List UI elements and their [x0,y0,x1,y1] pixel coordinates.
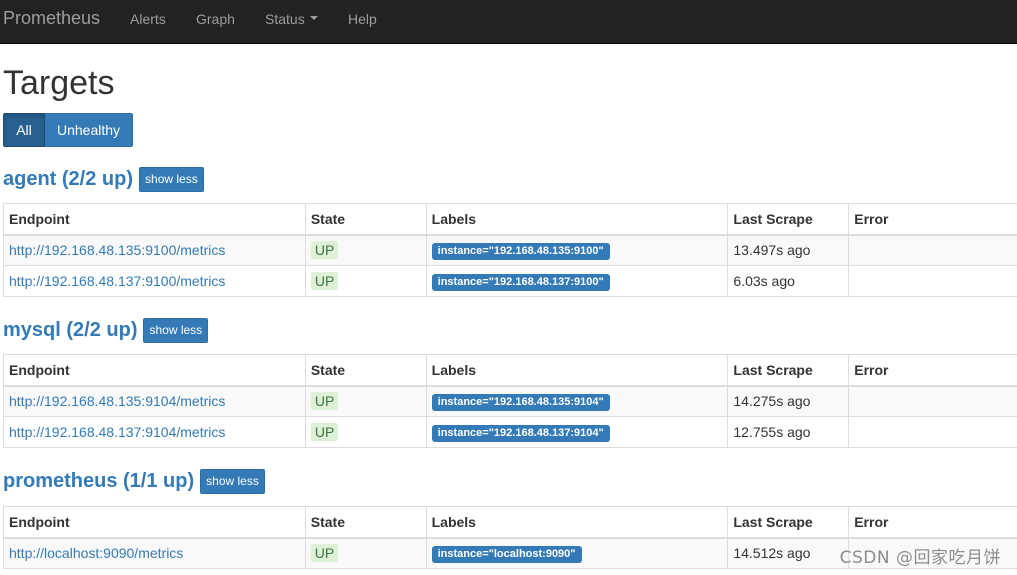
error-cell [848,416,1017,448]
last-scrape-cell: 6.03s ago [727,265,850,297]
job-title-mysql[interactable]: mysql (2/2 up) [3,318,137,342]
table-header-row: Endpoint State Labels Last Scrape Error [3,203,1017,236]
error-cell [848,265,1017,297]
state-cell: UP [304,385,427,417]
show-less-button-agent[interactable]: show less [139,166,204,192]
endpoint-cell: http://192.168.48.137:9100/metrics [3,265,306,297]
column-header-labels: Labels [425,354,729,387]
state-badge: UP [310,241,339,260]
error-cell [848,234,1017,266]
last-scrape-cell: 14.512s ago [727,537,850,569]
show-less-button-prometheus[interactable]: show less [200,468,265,494]
labels-cell: instance="localhost:9090" [425,537,729,569]
column-header-endpoint: Endpoint [3,354,306,387]
labels-cell: instance="192.168.48.137:9100" [425,265,729,297]
table-row: http://192.168.48.135:9100/metrics UP in… [3,234,1017,266]
label-badge: instance="localhost:9090" [431,545,582,563]
endpoint-cell: http://192.168.48.137:9104/metrics [3,416,306,448]
filter-unhealthy-button[interactable]: Unhealthy [45,113,133,147]
column-header-error: Error [848,203,1017,236]
column-header-last-scrape: Last Scrape [727,506,850,539]
nav-graph[interactable]: Graph [196,10,235,28]
column-header-error: Error [848,506,1017,539]
column-header-endpoint: Endpoint [3,506,306,539]
nav-alerts[interactable]: Alerts [130,10,166,28]
caret-down-icon [309,16,318,21]
state-badge: UP [310,544,339,563]
table-header-row: Endpoint State Labels Last Scrape Error [3,354,1017,387]
label-badge: instance="192.168.48.135:9100" [431,242,610,260]
targets-table-mysql: Endpoint State Labels Last Scrape Error … [3,354,1017,448]
page-title: Targets [3,64,115,102]
filter-all-button[interactable]: All [3,113,45,147]
column-header-state: State [304,354,427,387]
column-header-last-scrape: Last Scrape [727,203,850,236]
state-badge: UP [310,423,339,441]
job-header-prometheus: prometheus (1/1 up) show less [3,467,265,495]
state-badge: UP [310,272,339,290]
endpoint-link[interactable]: http://192.168.48.137:9100/metrics [9,273,225,289]
endpoint-cell: http://192.168.48.135:9104/metrics [3,385,306,417]
endpoint-link[interactable]: http://192.168.48.135:9104/metrics [9,393,225,409]
nav-status-dropdown[interactable]: Status [265,10,318,28]
label-badge: instance="192.168.48.137:9100" [431,273,610,291]
column-header-endpoint: Endpoint [3,203,306,236]
state-cell: UP [304,416,427,448]
column-header-last-scrape: Last Scrape [727,354,850,387]
error-cell [848,385,1017,417]
endpoint-link[interactable]: http://192.168.48.137:9104/metrics [9,424,225,440]
table-row: http://192.168.48.137:9100/metrics UP in… [3,265,1017,297]
job-header-mysql: mysql (2/2 up) show less [3,316,209,344]
endpoint-cell: http://192.168.48.135:9100/metrics [3,234,306,266]
top-navbar: Prometheus Alerts Graph Status Help [0,0,1017,44]
show-less-button-mysql[interactable]: show less [143,317,209,343]
state-cell: UP [304,537,427,569]
job-title-agent[interactable]: agent (2/2 up) [3,167,133,191]
endpoint-cell: http://localhost:9090/metrics [3,537,306,569]
table-row: http://192.168.48.135:9104/metrics UP in… [3,385,1017,417]
nav-status-label: Status [265,11,305,27]
column-header-state: State [304,506,427,539]
last-scrape-cell: 14.275s ago [727,385,850,417]
last-scrape-cell: 13.497s ago [727,234,850,266]
label-badge: instance="192.168.48.137:9104" [431,424,610,442]
column-header-labels: Labels [425,203,729,236]
labels-cell: instance="192.168.48.135:9100" [425,234,729,266]
nav-help[interactable]: Help [348,10,377,28]
state-cell: UP [304,234,427,266]
brand-link[interactable]: Prometheus [3,8,100,28]
endpoint-link[interactable]: http://localhost:9090/metrics [9,545,183,561]
endpoint-link[interactable]: http://192.168.48.135:9100/metrics [9,242,225,258]
job-header-agent: agent (2/2 up) show less [3,165,204,193]
targets-table-agent: Endpoint State Labels Last Scrape Error … [3,203,1017,297]
table-header-row: Endpoint State Labels Last Scrape Error [3,506,1017,539]
state-cell: UP [304,265,427,297]
labels-cell: instance="192.168.48.137:9104" [425,416,729,448]
column-header-labels: Labels [425,506,729,539]
labels-cell: instance="192.168.48.135:9104" [425,385,729,417]
column-header-error: Error [848,354,1017,387]
label-badge: instance="192.168.48.135:9104" [431,393,610,411]
state-badge: UP [310,392,339,411]
last-scrape-cell: 12.755s ago [727,416,850,448]
job-title-prometheus[interactable]: prometheus (1/1 up) [3,469,194,493]
filter-button-group: All Unhealthy [3,113,133,147]
table-row: http://192.168.48.137:9104/metrics UP in… [3,416,1017,448]
watermark-text: CSDN @回家吃月饼 [839,548,1001,568]
column-header-state: State [304,203,427,236]
